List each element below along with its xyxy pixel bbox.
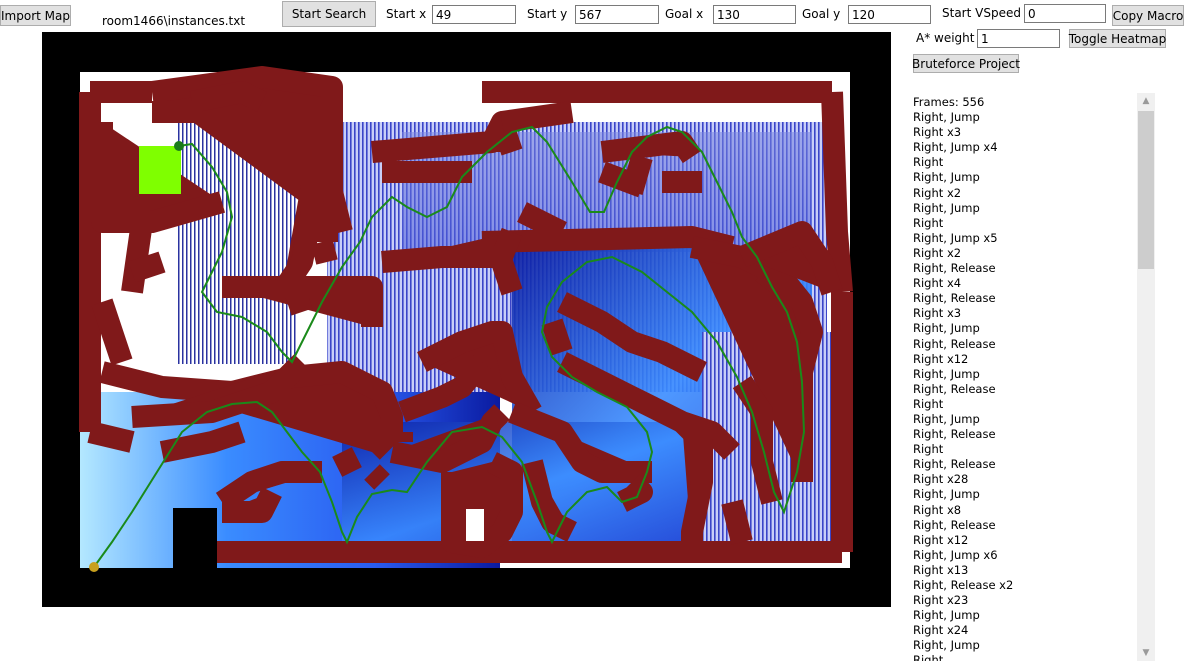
goal-y-field[interactable] <box>848 5 931 24</box>
macro-item: Right <box>913 653 944 661</box>
macro-item: Right x13 <box>913 562 969 577</box>
macro-item: Right, Release x2 <box>913 578 1014 592</box>
macro-item: Right, Jump x4 <box>913 140 998 155</box>
start-y-field[interactable] <box>575 5 659 24</box>
macro-item: Right, Jump <box>913 321 980 336</box>
scroll-thumb[interactable] <box>1138 111 1154 269</box>
start-search-button[interactable]: Start Search <box>282 1 376 27</box>
scroll-down-icon[interactable]: ▼ <box>1137 645 1155 661</box>
start-vspeed-label: Start VSpeed <box>942 6 1021 20</box>
macro-item: Right, Jump <box>913 200 980 215</box>
macro-list[interactable]: Frames: 556 Right, Jump Right x3 Right, Ju… <box>913 95 1133 661</box>
start-y-label: Start y <box>527 7 568 21</box>
goal-door <box>466 509 484 541</box>
macro-item: Right, Jump <box>913 608 980 623</box>
macro-item: Right, Release <box>913 336 996 351</box>
macro-item: Right x12 <box>913 532 969 547</box>
spawn-pit <box>173 508 217 568</box>
start-vspeed-field[interactable] <box>1024 4 1106 23</box>
macro-item: Right, Jump <box>913 487 980 502</box>
macro-item: Right, Jump <box>913 366 980 381</box>
macro-item: Right x12 <box>913 351 969 366</box>
toggle-heatmap-button[interactable]: Toggle Heatmap <box>1069 29 1166 48</box>
file-path-label: room1466\instances.txt <box>102 14 246 28</box>
macro-item: Right, Release <box>913 427 996 442</box>
macro-item: Right <box>913 215 944 230</box>
macro-item: Right, Jump <box>913 170 980 185</box>
macro-item: Right x3 <box>913 306 962 321</box>
goal-y-label: Goal y <box>802 7 841 21</box>
start-x-field[interactable] <box>432 5 516 24</box>
copy-macro-button[interactable]: Copy Macro <box>1112 5 1184 26</box>
macro-item: Right, Release <box>913 381 996 396</box>
map-canvas[interactable] <box>42 32 891 607</box>
start-x-label: Start x <box>386 7 427 21</box>
import-map-button[interactable]: Import Map <box>0 5 71 26</box>
astar-weight-field[interactable] <box>977 29 1060 48</box>
astar-weight-label: A* weight <box>916 31 975 45</box>
frames-count: Frames: 556 <box>913 95 985 109</box>
macro-item: Right x2 <box>913 245 962 260</box>
macro-item: Right <box>913 442 944 457</box>
start-marker <box>89 562 99 572</box>
scroll-up-icon[interactable]: ▲ <box>1137 93 1155 109</box>
macro-item: Right x8 <box>913 502 962 517</box>
macro-item: Right, Release <box>913 517 996 532</box>
macro-item: Right x23 <box>913 593 969 608</box>
bruteforce-project-button[interactable]: Bruteforce Project <box>912 54 1020 73</box>
path-end-marker <box>174 141 184 151</box>
macro-item: Right x2 <box>913 185 962 200</box>
goal-x-field[interactable] <box>713 5 796 24</box>
macro-item: Right x28 <box>913 472 969 487</box>
macro-item: Right, Jump x5 <box>913 230 998 245</box>
macro-item: Right x3 <box>913 125 962 140</box>
macro-scrollbar[interactable]: ▲ ▼ <box>1137 93 1155 661</box>
goal-marker <box>139 146 181 194</box>
macro-item: Right x24 <box>913 623 969 638</box>
macro-item: Right, Jump x6 <box>913 547 998 562</box>
macro-item: Right <box>913 396 944 411</box>
macro-item: Right, Release <box>913 291 996 306</box>
macro-item: Right <box>913 155 944 170</box>
macro-item: Right, Jump <box>913 411 980 426</box>
macro-item: Right x4 <box>913 276 962 291</box>
macro-item: Right, Jump <box>913 110 980 125</box>
goal-x-label: Goal x <box>665 7 704 21</box>
macro-item: Right, Jump <box>913 638 980 653</box>
macro-item: Right, Release <box>913 457 996 472</box>
macro-item: Right, Release <box>913 261 996 276</box>
